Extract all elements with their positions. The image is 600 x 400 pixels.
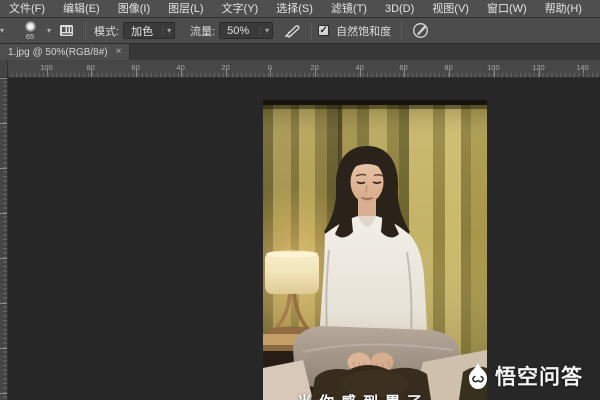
brush-pressure-button[interactable] [408,20,433,42]
wukong-monkey-logo-icon [469,363,487,389]
brush-pressure-icon [413,23,429,38]
chevron-down-icon[interactable]: ▾ [47,26,51,35]
canvas-area[interactable]: 当你感到累了 [8,78,600,400]
brush-preset-picker[interactable]: 65 [17,21,43,40]
menu-item[interactable]: 文字(Y) [213,0,268,17]
menu-item[interactable]: 选择(S) [267,0,322,17]
vertical-ruler[interactable] [0,78,8,400]
menu-item[interactable]: 图层(L) [159,0,212,17]
tool-preset-chevron-partial-icon[interactable]: ▾ [0,22,9,39]
menu-item[interactable]: 图像(I) [109,0,159,17]
menu-item[interactable]: 编辑(E) [54,0,109,17]
menu-item[interactable]: 帮助(H) [536,0,591,17]
document-tab[interactable]: 1.jpg @ 50%(RGB/8#) × [0,44,131,60]
menu-item[interactable]: 滤镜(T) [322,0,376,17]
ruler-major-tick [270,68,271,77]
soft-brush-preview-icon [24,21,36,32]
mode-label: 模式: [94,25,120,38]
chevron-down-icon: ▾ [162,26,171,35]
ruler-major-tick [181,68,182,77]
mode-value: 加色 [131,25,154,38]
menu-item[interactable]: 文件(F) [0,0,54,17]
separator [401,21,403,40]
ruler-major-tick [91,68,92,77]
close-icon[interactable]: × [116,47,122,57]
mode-dropdown[interactable]: 加色 ▾ [123,22,176,39]
chevron-down-icon: ▾ [260,26,269,35]
ruler-major-tick [226,68,227,77]
photoshop-window: 文件(F) 编辑(E) 图像(I) 图层(L) 文字(Y) 选择(S) 滤镜(T) 3D(D)… [0,0,600,400]
flow-value: 50% [227,24,250,37]
ruler-corner [0,60,8,78]
ruler-major-tick [583,68,584,77]
ruler-major-tick [494,68,495,77]
vibrance-label: 自然饱和度 [336,25,392,38]
separator [311,21,313,40]
horizontal-ruler[interactable]: 10080604020020406080100120140 [8,60,600,78]
flow-dropdown[interactable]: 50% ▾ [219,22,274,39]
menu-item[interactable]: 3D(D) [376,0,423,17]
airbrush-icon [285,24,300,38]
ruler-major-tick [404,68,405,77]
airbrush-toggle-button[interactable] [279,20,305,42]
menu-bar: 文件(F) 编辑(E) 图像(I) 图层(L) 文字(Y) 选择(S) 滤镜(T) 3D(D)… [0,0,600,18]
vibrance-checkbox[interactable]: ✓ [318,25,330,36]
brush-panel-icon [60,25,74,36]
separator [85,21,87,40]
ruler-major-tick [136,68,137,77]
tool-options-bar: ▾ 65 ▾ 模式: 加色 ▾ 流量: 50% ▾ ✓ 自然饱和度 [0,18,600,44]
flow-label: 流量: [190,25,216,38]
document-tab-title: 1.jpg @ 50%(RGB/8#) [8,46,108,58]
menu-item[interactable]: 视图(V) [423,0,478,17]
ruler-major-tick [360,68,361,77]
photo-subtitle-partial: 当你感到累了 [297,391,487,400]
watermark-text: 悟空问答 [495,366,583,389]
brush-panel-toggle-button[interactable] [55,20,79,42]
photo-artwork [263,100,487,400]
ruler-major-tick [315,68,316,77]
menu-item[interactable]: 窗口(W) [478,0,536,17]
ruler-major-tick [539,68,540,77]
ruler-major-tick [47,68,48,77]
document-tab-bar: 1.jpg @ 50%(RGB/8#) × [0,44,600,60]
ruler-major-tick [449,68,450,77]
watermark: 悟空问答 [466,361,583,391]
photo-document[interactable]: 当你感到累了 [263,100,487,400]
brush-size-value: 65 [25,32,35,41]
